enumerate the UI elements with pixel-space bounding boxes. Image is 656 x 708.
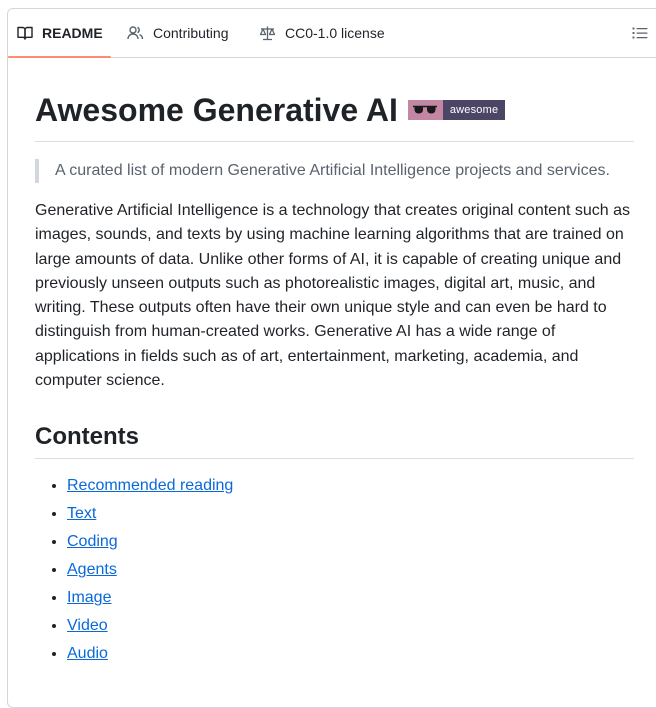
tab-contributing-label: Contributing: [153, 25, 229, 41]
list-item: Video: [67, 612, 634, 640]
outline-button[interactable]: [632, 25, 650, 43]
list-item: Coding: [67, 528, 634, 556]
readme-tab-bar: README Contributing CC0-1.0 license: [8, 9, 656, 58]
badge-text: awesome: [442, 100, 506, 120]
tab-readme-label: README: [42, 25, 103, 41]
law-scale-icon: [259, 25, 276, 41]
contents-heading: Contents: [35, 419, 634, 460]
list-item: Image: [67, 584, 634, 612]
awesome-badge[interactable]: awesome: [407, 100, 506, 120]
toc-link-coding[interactable]: Coding: [67, 533, 118, 550]
toc-link-video[interactable]: Video: [67, 617, 108, 634]
toc-link-audio[interactable]: Audio: [67, 645, 108, 662]
list-item: Text: [67, 500, 634, 528]
intro-paragraph: Generative Artificial Intelligence is a …: [35, 202, 630, 390]
toc-link-image[interactable]: Image: [67, 589, 111, 606]
readme-title-row: Awesome Generative AI awesome: [35, 79, 634, 142]
tab-contributing[interactable]: Contributing: [127, 9, 229, 57]
readme-content: Awesome Generative AI awesome A curated …: [35, 79, 634, 668]
list-unordered-icon: [632, 27, 648, 45]
contents-list: Recommended reading Text Coding Agents I…: [35, 472, 634, 668]
tagline-quote: A curated list of modern Generative Arti…: [35, 159, 634, 183]
book-icon: [17, 25, 33, 41]
list-item: Agents: [67, 556, 634, 584]
tab-license[interactable]: CC0-1.0 license: [259, 9, 385, 57]
readme-panel: README Contributing CC0-1.0 license Awes…: [7, 8, 656, 708]
people-icon: [127, 25, 144, 41]
toc-link-agents[interactable]: Agents: [67, 561, 117, 578]
tagline-text: A curated list of modern Generative Arti…: [55, 162, 610, 179]
toc-link-text[interactable]: Text: [67, 505, 96, 522]
list-item: Audio: [67, 640, 634, 668]
tab-license-label: CC0-1.0 license: [285, 25, 385, 41]
list-item: Recommended reading: [67, 472, 634, 500]
tab-readme[interactable]: README: [8, 9, 111, 58]
readme-title: Awesome Generative AI: [35, 92, 398, 128]
sunglasses-icon: [407, 100, 443, 120]
toc-link-recommended-reading[interactable]: Recommended reading: [67, 477, 233, 494]
